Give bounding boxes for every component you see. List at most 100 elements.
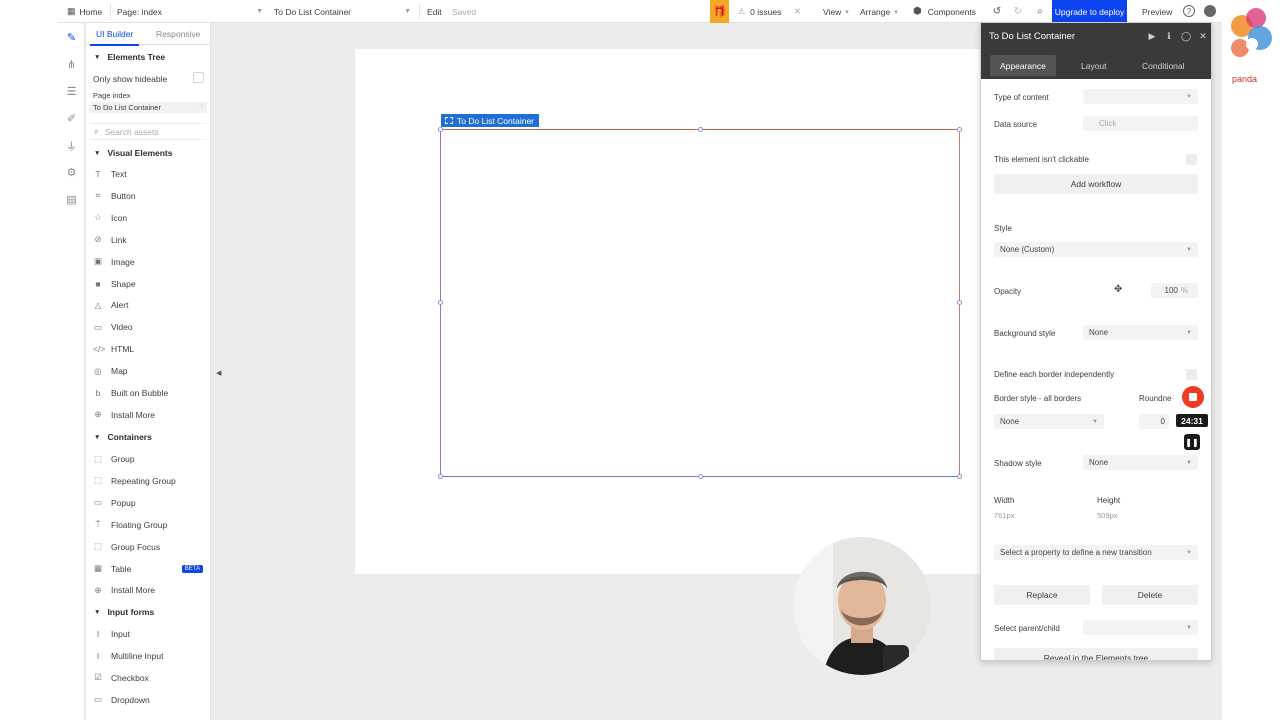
reveal-in-tree-button[interactable]: Reveal in the Elements tree xyxy=(994,648,1198,660)
redo-icon[interactable]: ↻ xyxy=(1011,4,1025,18)
info-icon[interactable]: ℹ xyxy=(1164,31,1174,41)
resize-handle[interactable] xyxy=(438,474,443,479)
plugins-tab-icon[interactable]: ⏚ xyxy=(65,139,78,153)
list-item-shape[interactable]: ■ Shape xyxy=(86,275,211,293)
logs-tab-icon[interactable]: ▤ xyxy=(65,193,78,206)
to-do-list-container[interactable] xyxy=(440,129,960,477)
visual-elements-header[interactable]: ▼ Visual Elements xyxy=(86,144,211,162)
collapse-panel-icon[interactable]: ◀ xyxy=(216,369,221,377)
element-selector[interactable]: To Do List Container ▼ xyxy=(274,0,411,23)
built-on-bubble-icon: b xyxy=(95,388,101,398)
roundness-input[interactable]: 0 xyxy=(1139,414,1169,429)
eye-icon[interactable]: ◌ xyxy=(199,103,203,110)
resize-handle[interactable] xyxy=(698,127,703,132)
styles-tab-icon[interactable]: ✐ xyxy=(65,112,78,125)
tab-ui-builder-label: UI Builder xyxy=(96,29,134,39)
list-item-link[interactable]: ⊘ Link xyxy=(86,231,211,249)
replace-button[interactable]: Replace xyxy=(994,585,1090,605)
tree-item-selected[interactable]: To Do List Container ◌ xyxy=(90,102,207,113)
preview-button[interactable]: Preview xyxy=(1142,0,1172,23)
list-item-dropdown[interactable]: ▭ Dropdown xyxy=(86,691,211,709)
home-button[interactable]: ▦ Home xyxy=(67,0,102,23)
selected-element-tag[interactable]: To Do List Container xyxy=(441,114,540,127)
elements-tree-header[interactable]: ▼ Elements Tree xyxy=(86,48,211,66)
list-item-video[interactable]: ▭ Video xyxy=(86,318,211,336)
tab-conditional[interactable]: Conditional xyxy=(1142,55,1185,76)
data-tab-icon[interactable]: ☰ xyxy=(65,85,78,98)
resize-handle[interactable] xyxy=(957,474,962,479)
select-parent-dropdown[interactable]: ▼ xyxy=(1083,620,1198,635)
tab-ui-builder[interactable]: UI Builder xyxy=(89,23,140,46)
bug-icon[interactable]: ✕ xyxy=(794,0,801,23)
list-item-install-more[interactable]: ⊕ Install More xyxy=(86,581,211,599)
upgrade-button[interactable]: Upgrade to deploy xyxy=(1052,0,1127,23)
list-item-multiline-input[interactable]: I Multiline Input xyxy=(86,647,211,665)
search-assets[interactable]: ⌕ Search assets xyxy=(90,123,207,140)
list-item-table[interactable]: ▦ Table BETA xyxy=(86,560,211,578)
only-show-hideable-checkbox[interactable] xyxy=(193,72,204,83)
comment-icon[interactable]: ◯ xyxy=(1181,31,1191,41)
list-item-built-on-bubble[interactable]: b Built on Bubble xyxy=(86,384,211,402)
type-of-content-dropdown[interactable]: ▼ xyxy=(1083,89,1198,104)
data-source-field[interactable]: Click xyxy=(1083,116,1198,131)
tab-responsive[interactable]: Responsive xyxy=(156,23,200,45)
resize-handle[interactable] xyxy=(957,300,962,305)
background-style-dropdown[interactable]: None ▼ xyxy=(1083,325,1198,340)
delete-button[interactable]: Delete xyxy=(1102,585,1198,605)
workflow-tab-icon[interactable]: ⋔ xyxy=(65,58,78,71)
list-item-alert[interactable]: △ Alert xyxy=(86,296,211,314)
list-item-label: Multiline Input xyxy=(111,650,164,661)
list-item-image[interactable]: ▣ Image xyxy=(86,253,211,271)
list-item-input[interactable]: I Input xyxy=(86,625,211,643)
not-clickable-checkbox[interactable] xyxy=(1186,154,1197,165)
input-forms-header[interactable]: ▼ Input forms xyxy=(86,603,211,621)
opacity-input[interactable]: 100 % xyxy=(1151,283,1198,298)
search-icon[interactable]: ⌕ xyxy=(1033,4,1047,18)
shadow-style-dropdown[interactable]: None ▼ xyxy=(1083,455,1198,470)
add-workflow-button[interactable]: Add workflow xyxy=(994,174,1198,194)
resize-handle[interactable] xyxy=(438,300,443,305)
list-item-install-more[interactable]: ⊕ Install More xyxy=(86,406,211,424)
list-item-popup[interactable]: ▭ Popup xyxy=(86,494,211,512)
issues-button[interactable]: ⚠ 0 issues xyxy=(738,0,781,23)
style-dropdown[interactable]: None (Custom) ▼ xyxy=(994,242,1198,257)
components-button[interactable]: ⬢ Components xyxy=(913,0,976,23)
tree-item-page[interactable]: Page index xyxy=(93,91,131,100)
list-item-button[interactable]: ⌗ Button xyxy=(86,187,211,205)
list-item-floating-group[interactable]: ⍑ Floating Group xyxy=(86,516,211,534)
arrange-menu[interactable]: Arrange ▾ xyxy=(860,0,898,23)
tab-appearance[interactable]: Appearance xyxy=(990,55,1056,76)
list-item-icon[interactable]: ☆ Icon xyxy=(86,209,211,227)
undo-icon[interactable]: ↺ xyxy=(990,4,1004,18)
list-item-html[interactable]: </> HTML xyxy=(86,340,211,358)
list-item-group-focus[interactable]: ⬚ Group Focus xyxy=(86,538,211,556)
list-item-text[interactable]: T Text xyxy=(86,165,211,183)
gift-icon[interactable]: 🎁 xyxy=(710,0,729,23)
resize-handle[interactable] xyxy=(957,127,962,132)
list-item-label: Group xyxy=(111,454,135,464)
background-style-value: None xyxy=(1089,328,1109,337)
settings-tab-icon[interactable]: ⚙ xyxy=(65,166,78,179)
pause-icon[interactable]: ❚❚ xyxy=(1184,434,1200,450)
account-icon[interactable] xyxy=(1204,5,1216,17)
stop-recording-button[interactable] xyxy=(1182,386,1204,408)
border-style-dropdown[interactable]: None ▼ xyxy=(994,414,1104,429)
list-item-group[interactable]: ⬚ Group xyxy=(86,450,211,468)
tab-layout[interactable]: Layout xyxy=(1081,55,1107,76)
transition-dropdown[interactable]: Select a property to define a new transi… xyxy=(994,545,1198,560)
close-icon[interactable]: ✕ xyxy=(1198,31,1208,41)
list-item-map[interactable]: ◎ Map xyxy=(86,362,211,380)
view-menu[interactable]: View ▾ xyxy=(823,0,849,23)
list-item-repeating-group[interactable]: ⬚ Repeating Group xyxy=(86,472,211,490)
property-editor-header[interactable]: To Do List Container xyxy=(981,23,1211,49)
design-tab-icon[interactable]: ✎ xyxy=(65,31,78,44)
page-selector[interactable]: Page: index ▼ xyxy=(117,0,263,23)
define-border-checkbox[interactable] xyxy=(1186,369,1197,380)
resize-handle[interactable] xyxy=(698,474,703,479)
play-icon[interactable]: ▶ xyxy=(1147,31,1157,41)
help-icon[interactable]: ? xyxy=(1183,5,1195,17)
list-item-checkbox[interactable]: ☑ Checkbox xyxy=(86,669,211,687)
resize-handle[interactable] xyxy=(438,127,443,132)
edit-menu[interactable]: Edit xyxy=(427,0,442,23)
containers-header[interactable]: ▼ Containers xyxy=(86,428,211,446)
